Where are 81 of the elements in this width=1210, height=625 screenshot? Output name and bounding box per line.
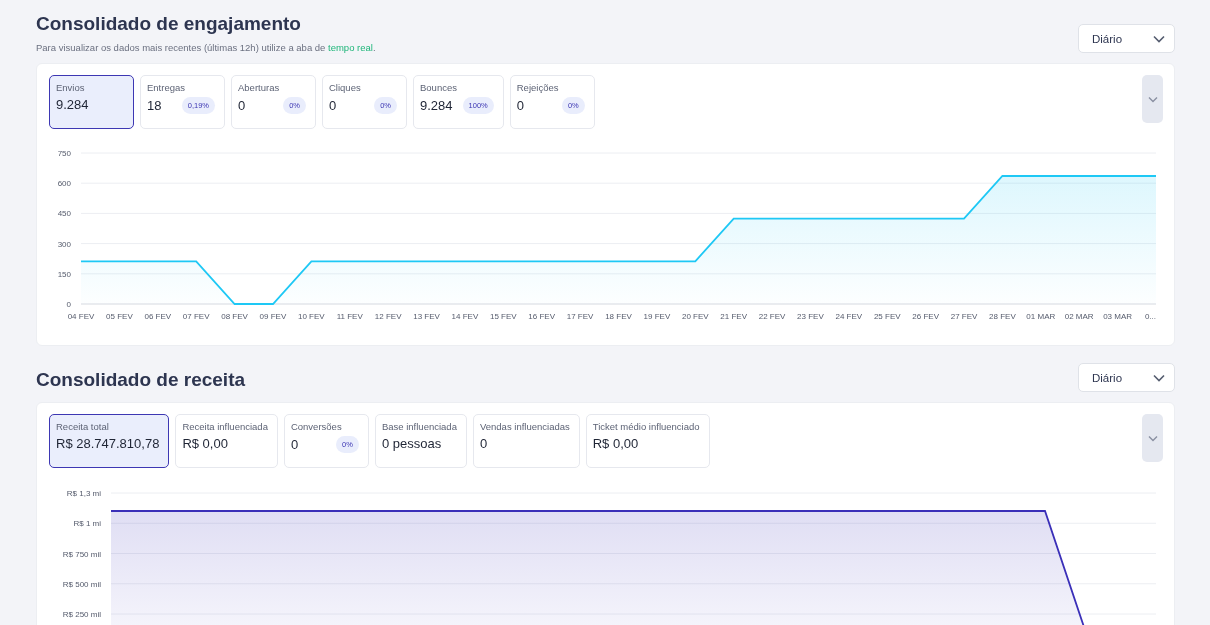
metric-tab[interactable]: Vendas influenciadas 0 [472, 414, 580, 468]
x-tick-label: 16 FEV [528, 312, 556, 321]
section-title: Consolidado de receita [36, 368, 246, 392]
x-tick-label: 13 FEV [413, 312, 440, 321]
y-tick-label: R$ 750 mil [62, 549, 101, 559]
metric-label: Ticket médio influenciado [592, 421, 700, 432]
metric-value: R$ 0,00 [592, 436, 639, 451]
x-tick-label: 15 FEV [490, 312, 517, 321]
y-tick-label: 450 [57, 209, 71, 219]
metric-label: Receita total [56, 421, 110, 432]
x-tick-label: 20 FEV [681, 312, 709, 321]
y-tick-label: 600 [57, 179, 71, 189]
x-tick-label: 10 FEV [298, 312, 325, 321]
y-tick-label: 0 [66, 300, 71, 309]
x-tick-label: 07 FEV [182, 312, 210, 321]
x-tick-label: 06 FEV [144, 312, 172, 321]
period-dropdown[interactable]: Diário [1078, 24, 1175, 53]
metric-tab[interactable]: Ticket médio influenciado R$ 0,00 [585, 414, 710, 468]
metric-value: 0 [238, 98, 246, 113]
x-tick-label: 02 MAR [1064, 312, 1094, 321]
metric-value: 18 [147, 98, 162, 113]
metric-label: Bounces [420, 82, 458, 93]
metric-value: 0 [516, 98, 524, 113]
y-tick-label: 150 [57, 269, 71, 279]
metric-label: Entregas [147, 82, 187, 93]
x-tick-label: 09 FEV [259, 312, 287, 321]
metric-value: 0 pessoas [381, 436, 442, 451]
x-tick-label: 01 MAR [1026, 312, 1056, 321]
metric-label: Cliques [329, 82, 362, 93]
chevron-down-icon [1147, 434, 1158, 442]
metric-label: Aberturas [238, 82, 281, 93]
x-tick-label: 18 FEV [605, 312, 632, 321]
expand-button[interactable] [1142, 75, 1163, 123]
metric-value: 9.284 [420, 98, 453, 113]
metric-label: Receita influenciada [182, 421, 268, 432]
x-tick-label: 24 FEV [835, 312, 863, 321]
x-tick-label: 23 FEV [797, 312, 824, 321]
metric-label: Envios [56, 82, 86, 93]
expand-button[interactable] [1142, 414, 1163, 462]
chevron-down-icon [1147, 95, 1158, 103]
x-tick-label: 26 FEV [912, 312, 939, 321]
x-tick-label: 05 FEV [106, 312, 133, 321]
y-tick-label: R$ 1 mi [73, 519, 101, 529]
y-tick-label: R$ 1,3 mi [66, 489, 101, 498]
x-tick-label: 19 FEV [643, 312, 671, 321]
x-tick-label: 08 FEV [221, 312, 248, 321]
period-dropdown[interactable]: Diário [1078, 363, 1175, 392]
metric-value: 9.284 [56, 97, 89, 112]
x-tick-label: 12 FEV [374, 312, 402, 321]
y-tick-label: 750 [57, 149, 71, 158]
y-tick-label: R$ 250 mil [62, 610, 101, 619]
chevron-down-icon [1153, 34, 1165, 43]
x-tick-label: 11 FEV [336, 312, 363, 321]
x-tick-label: 17 FEV [566, 312, 594, 321]
x-tick-label: 14 FEV [451, 312, 479, 321]
x-tick-label: 0... [1144, 312, 1156, 321]
metric-tab[interactable]: Envios 9.284 [49, 75, 134, 129]
x-tick-label: 04 FEV [67, 312, 95, 321]
x-tick-label: 21 FEV [720, 312, 747, 321]
metric-value: 0 [290, 437, 299, 452]
section-title: Consolidado de engajamento [36, 12, 302, 36]
metric-tab[interactable]: Receita total R$ 28.747.810,78 [49, 414, 170, 468]
chevron-down-icon [1153, 373, 1165, 382]
metric-tab[interactable]: Base influenciada 0 pessoas [374, 414, 467, 468]
x-tick-label: 03 MAR [1103, 312, 1133, 321]
info-text: Para visualizar os dados mais recentes (últimas 12h) utilize a aba de tempo real. [36, 42, 376, 53]
x-tick-label: 28 FEV [989, 312, 1016, 321]
metric-value: 0 [479, 436, 488, 451]
y-tick-label: 300 [57, 239, 71, 249]
x-tick-label: 22 FEV [758, 312, 786, 321]
metric-label: Conversões [290, 421, 343, 432]
metric-tab[interactable]: Receita influenciada R$ 0,00 [175, 414, 278, 468]
metric-value: R$ 0,00 [182, 436, 228, 451]
y-tick-label: R$ 500 mil [62, 579, 101, 589]
x-tick-label: 25 FEV [873, 312, 901, 321]
metric-value: R$ 28.747.810,78 [56, 436, 160, 451]
metric-label: Base influenciada [381, 421, 457, 432]
metric-value: 0 [329, 98, 337, 113]
x-tick-label: 27 FEV [950, 312, 978, 321]
metric-label: Vendas influenciadas [479, 421, 570, 432]
metric-label: Rejeições [516, 82, 560, 93]
